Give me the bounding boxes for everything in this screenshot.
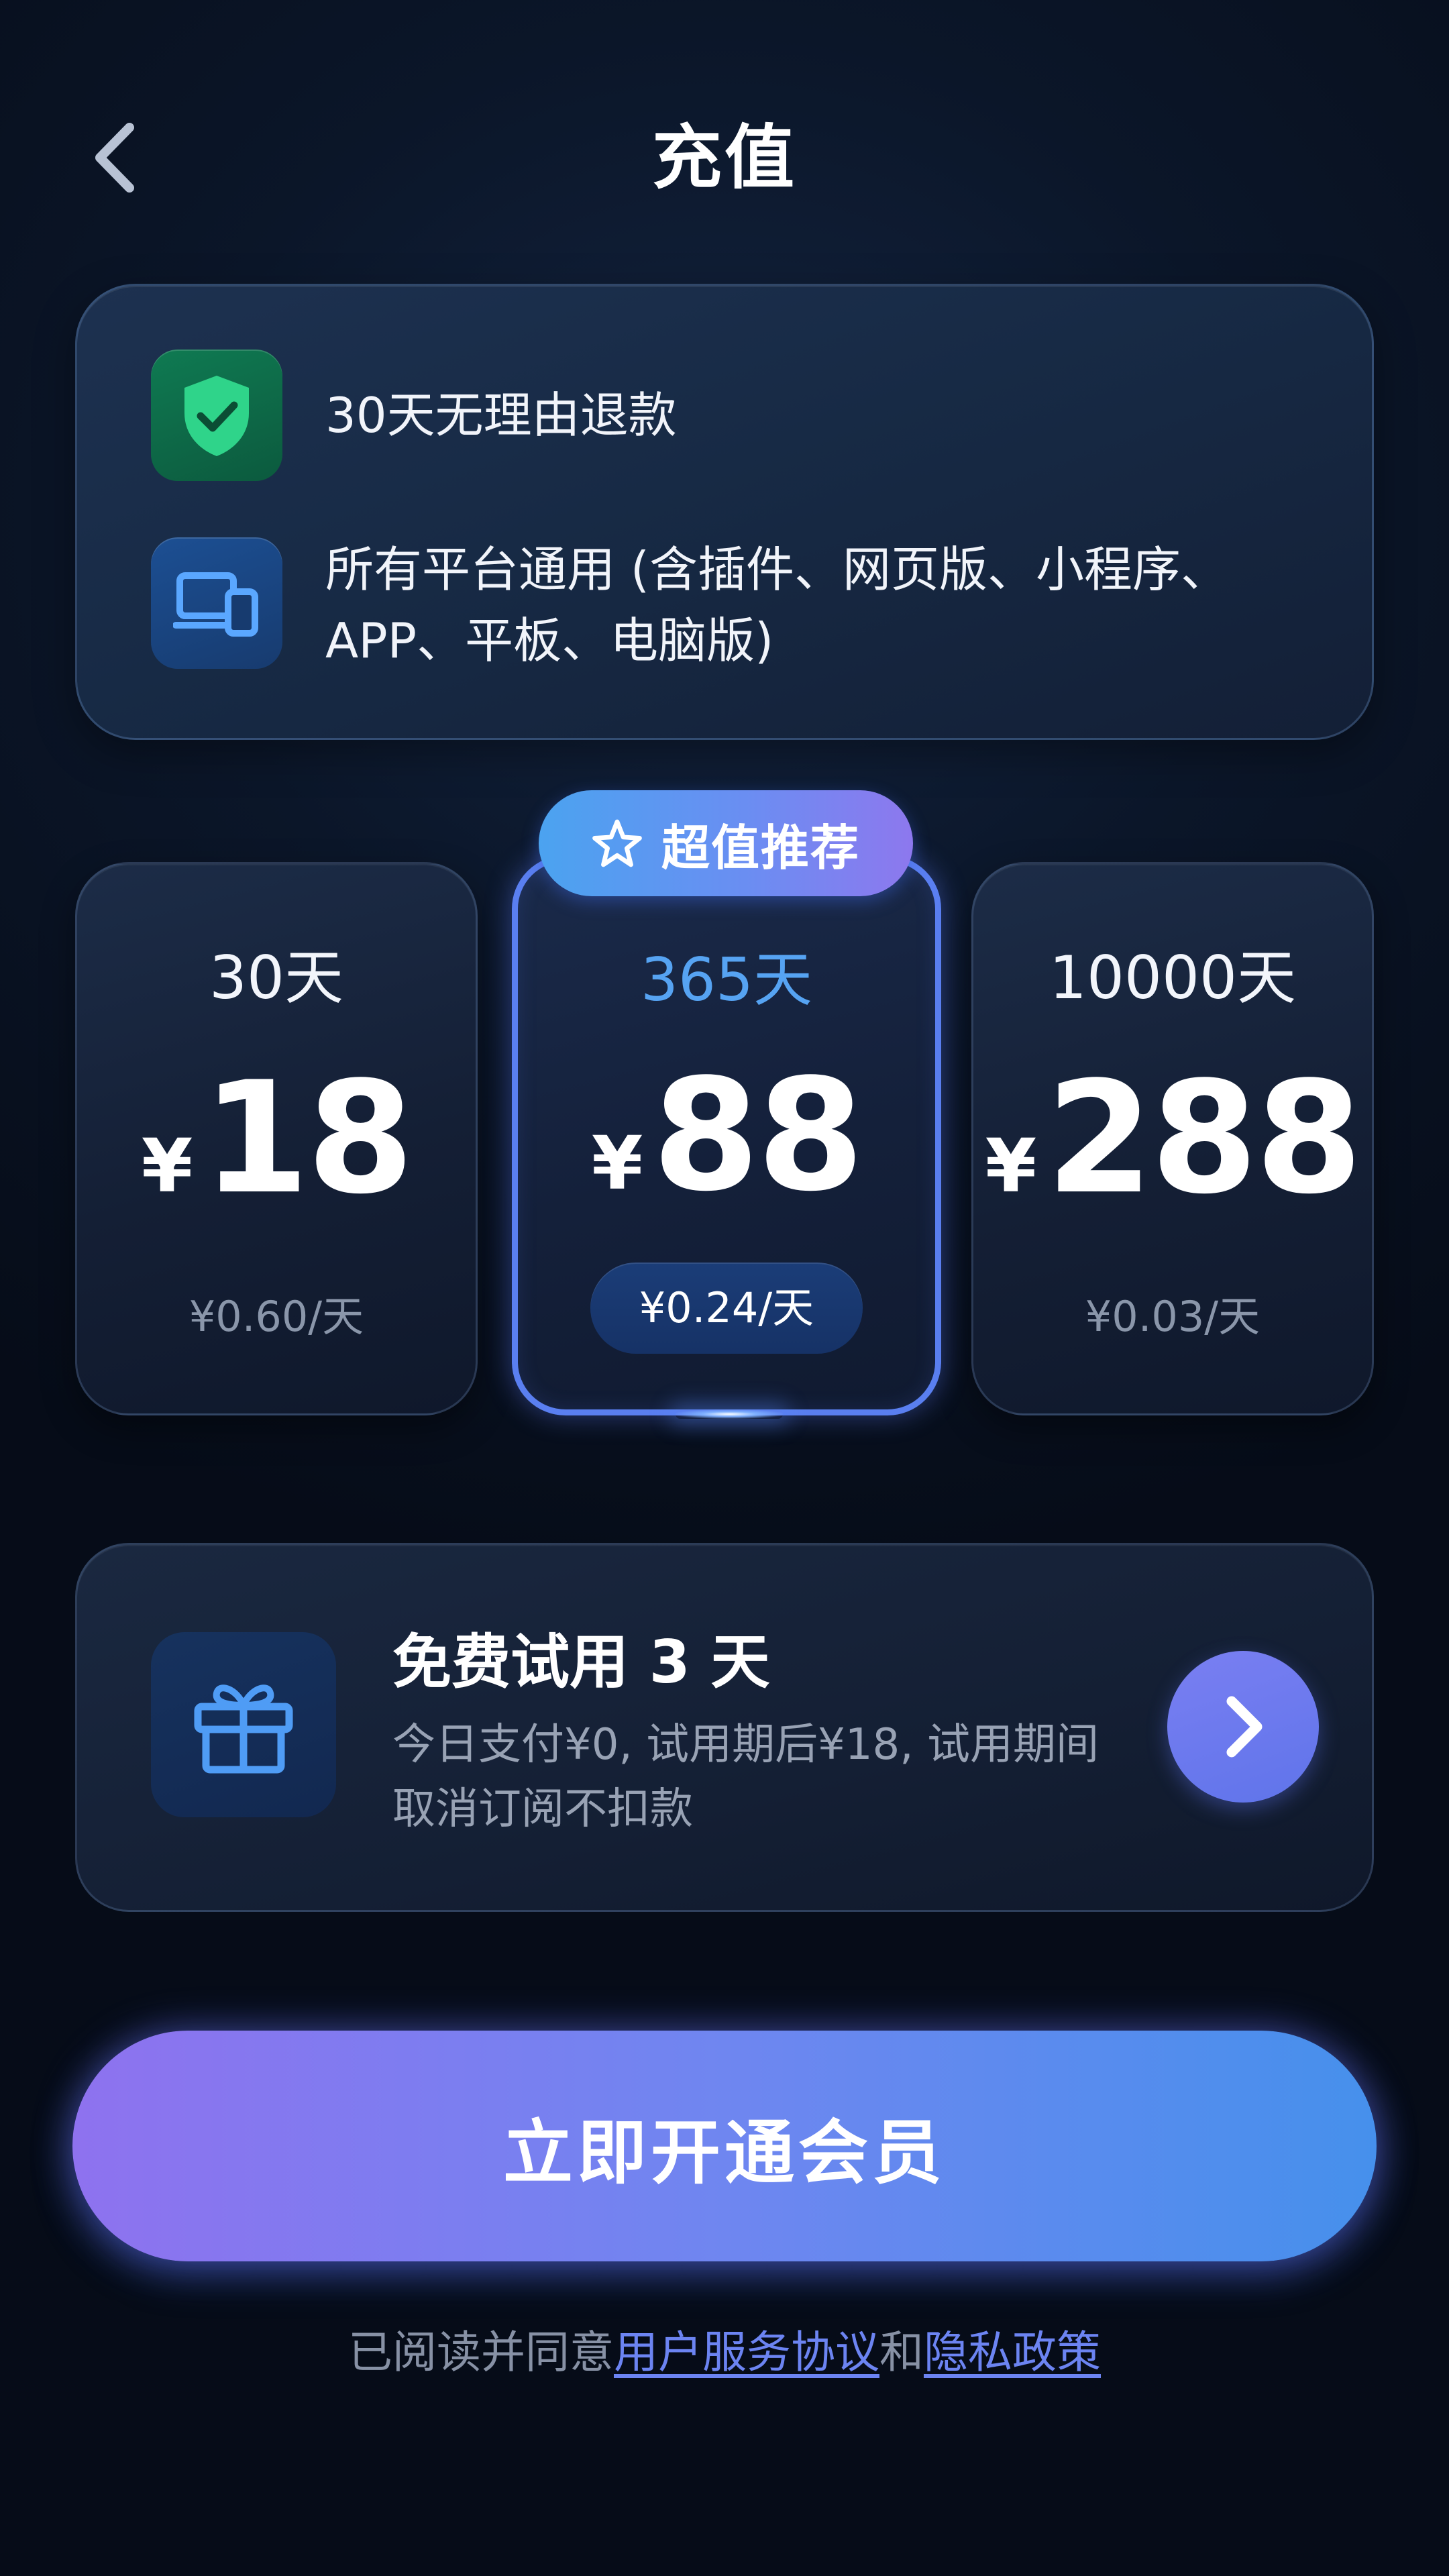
plan-duration: 365天 bbox=[641, 945, 812, 1014]
refund-feature-icon-box bbox=[151, 350, 282, 481]
shield-check-icon bbox=[184, 376, 249, 456]
price-value: 18 bbox=[202, 1049, 414, 1228]
benefits-card: 30天无理由退款 所有平台通用 (含插件、网页版、小程序、APP、平板、电脑版) bbox=[75, 284, 1374, 740]
currency-symbol: ¥ bbox=[141, 1123, 193, 1209]
free-trial-card[interactable]: 免费试用 3 天 今日支付¥0, 试用期后¥18, 试用期间取消订阅不扣款 bbox=[75, 1543, 1374, 1912]
plan-price: ¥ 88 bbox=[518, 1056, 935, 1217]
price-value: 288 bbox=[1046, 1049, 1362, 1228]
chevron-right-icon bbox=[1226, 1696, 1263, 1758]
recommended-badge-label: 超值推荐 bbox=[661, 819, 860, 876]
plan-price: ¥ 288 bbox=[973, 1059, 1372, 1220]
plan-card-10000-days[interactable]: 10000天 ¥ 288 ¥0.03/天 bbox=[971, 862, 1374, 1415]
star-icon bbox=[592, 818, 643, 869]
gift-icon bbox=[194, 1684, 293, 1774]
agreement-text: 已阅读并同意用户服务协议和隐私政策 bbox=[0, 2322, 1449, 2383]
privacy-policy-link[interactable]: 隐私政策 bbox=[924, 2326, 1101, 2378]
currency-symbol: ¥ bbox=[591, 1120, 643, 1206]
selected-glow bbox=[676, 1409, 783, 1419]
plan-duration: 30天 bbox=[209, 943, 343, 1012]
devices-icon bbox=[173, 572, 258, 637]
terms-of-service-link[interactable]: 用户服务协议 bbox=[614, 2326, 879, 2378]
subscribe-now-button[interactable]: 立即开通会员 bbox=[72, 2031, 1377, 2261]
plan-per-day-price: ¥0.03/天 bbox=[1085, 1292, 1260, 1341]
plan-card-365-days[interactable]: 365天 ¥ 88 ¥0.24/天 bbox=[512, 855, 941, 1419]
trial-description: 今日支付¥0, 试用期后¥18, 试用期间取消订阅不扣款 bbox=[392, 1720, 1099, 1834]
gift-icon-box bbox=[151, 1632, 336, 1817]
agreement-prefix: 已阅读并同意 bbox=[348, 2326, 614, 2378]
plan-price: ¥ 18 bbox=[77, 1059, 476, 1220]
refund-feature-text: 30天无理由退款 bbox=[325, 387, 677, 443]
currency-symbol: ¥ bbox=[985, 1123, 1037, 1209]
trial-arrow-button[interactable] bbox=[1167, 1651, 1319, 1803]
agreement-joiner: 和 bbox=[879, 2326, 924, 2378]
plan-card-30-days[interactable]: 30天 ¥ 18 ¥0.60/天 bbox=[75, 862, 478, 1415]
trial-title: 免费试用 3 天 bbox=[392, 1627, 770, 1697]
plan-per-day-price: ¥0.60/天 bbox=[189, 1292, 364, 1341]
price-value: 88 bbox=[652, 1046, 864, 1226]
platform-feature-text: 所有平台通用 (含插件、网页版、小程序、APP、平板、电脑版) bbox=[325, 541, 1229, 669]
recommended-badge: 超值推荐 bbox=[539, 790, 913, 896]
page-title: 充值 bbox=[651, 117, 797, 199]
platform-feature-icon-box bbox=[151, 537, 282, 669]
plan-per-day-price: ¥0.24/天 bbox=[590, 1263, 863, 1354]
plan-duration: 10000天 bbox=[1049, 943, 1296, 1012]
